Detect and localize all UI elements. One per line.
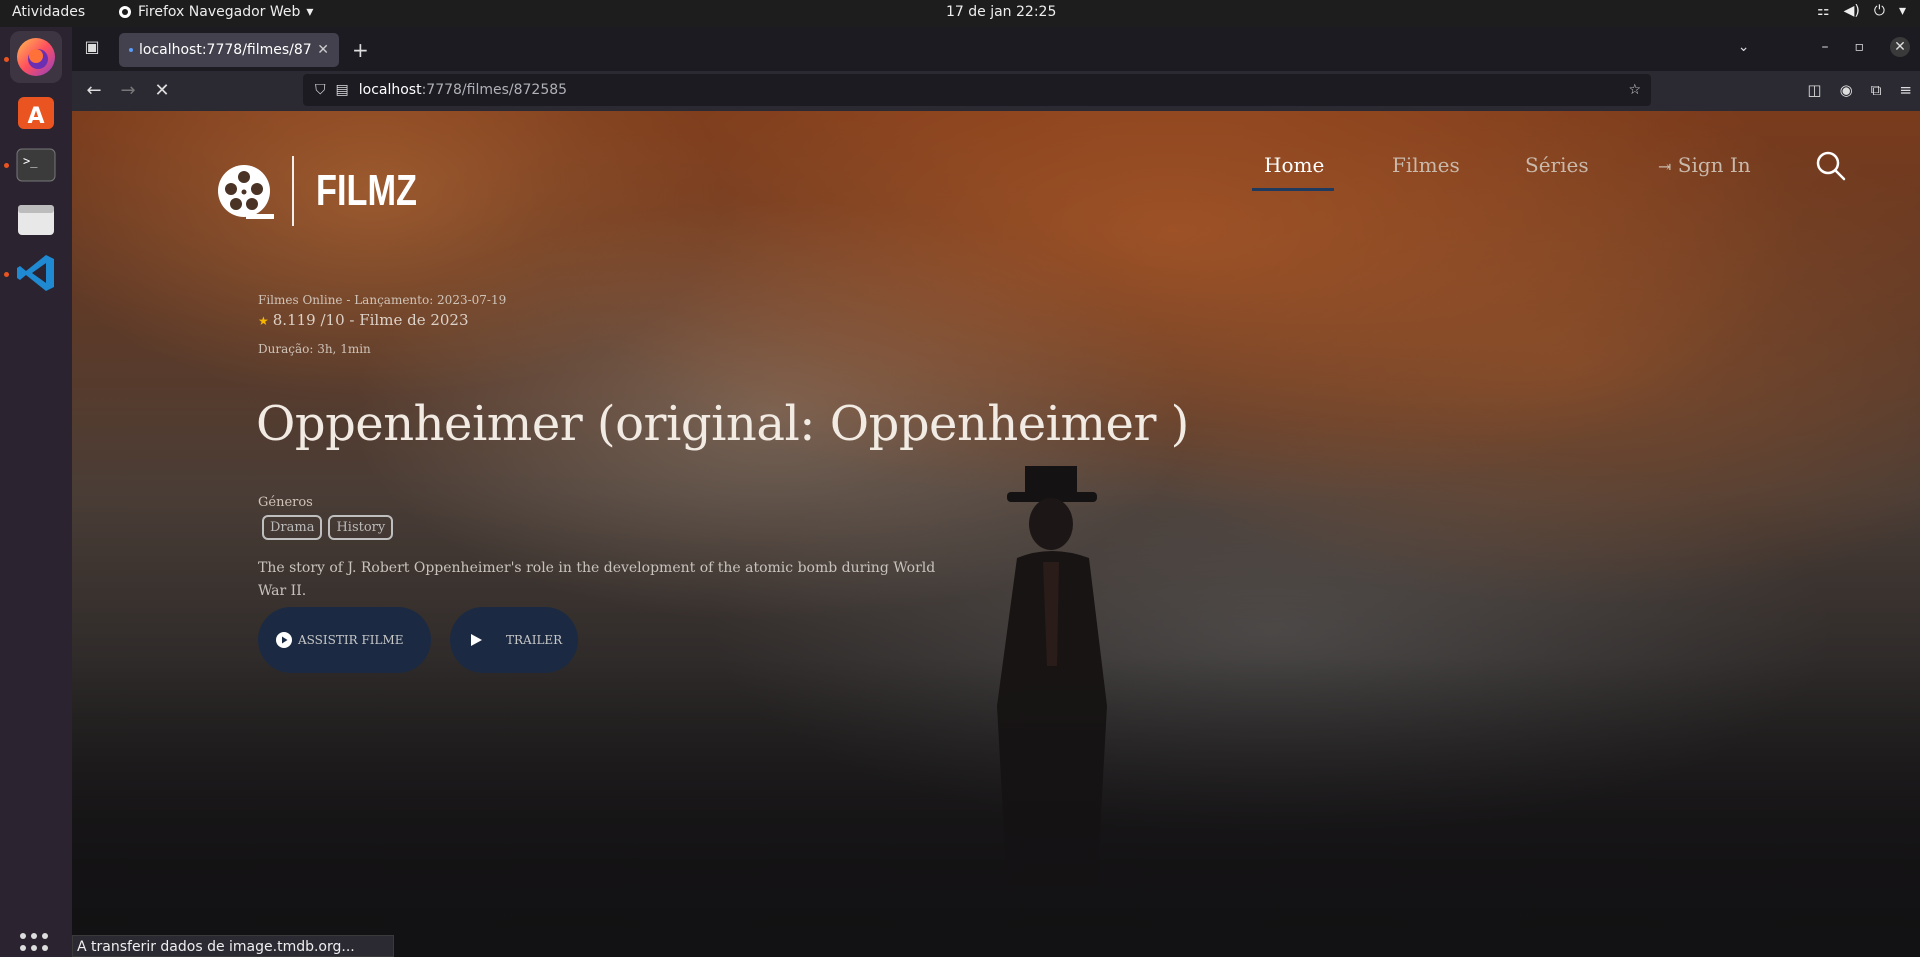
- app-menu-label: Firefox Navegador Web: [138, 4, 301, 20]
- running-indicator: [4, 272, 9, 277]
- close-tab-icon[interactable]: ✕: [317, 42, 329, 58]
- chevron-down-icon: ▾: [1898, 3, 1906, 19]
- tab-active[interactable]: localhost:7778/filmes/87 ✕: [119, 33, 339, 67]
- sign-in-icon: ⇥: [1658, 157, 1672, 176]
- account-icon[interactable]: ◉: [1840, 81, 1853, 99]
- movie-title: Oppenheimer (original: Oppenheimer ): [256, 396, 1189, 452]
- running-indicator: [4, 57, 9, 62]
- activities-button[interactable]: Atividades: [12, 4, 85, 20]
- system-top-bar: Atividades Firefox Navegador Web ▾ 17 de…: [0, 0, 1920, 27]
- play-icon: [471, 634, 482, 646]
- nav-signin[interactable]: ⇥ Sign In: [1658, 153, 1751, 177]
- watch-movie-label: ASSISTIR FILME: [298, 633, 404, 647]
- chevron-down-icon: ▾: [306, 4, 314, 20]
- app-center-icon: A: [18, 97, 54, 129]
- vscode-icon: [17, 255, 54, 291]
- firefox-icon: [17, 38, 55, 76]
- trailer-button[interactable]: TRAILER: [450, 607, 578, 673]
- logo-text: FILMZ: [316, 166, 418, 215]
- forward-icon[interactable]: →: [116, 79, 140, 103]
- genre-tag[interactable]: Drama: [262, 515, 323, 540]
- url-bar[interactable]: ⛉ ▤ localhost :7778/filmes/872585 ☆: [303, 74, 1651, 106]
- files-icon: [18, 205, 54, 235]
- minimize-icon[interactable]: –: [1822, 39, 1829, 55]
- clock[interactable]: 17 de jan 22:25: [946, 4, 1056, 20]
- search-icon[interactable]: [1815, 150, 1847, 182]
- dock: A >_: [0, 27, 72, 957]
- status-bar: A transferir dados de image.tmdb.org...: [72, 935, 394, 957]
- url-path: :7778/filmes/872585: [421, 82, 568, 98]
- dock-app-center[interactable]: A: [10, 85, 62, 137]
- tab-title: localhost:7778/filmes/87: [139, 42, 312, 58]
- nav-series[interactable]: Séries: [1525, 153, 1589, 177]
- pocket-icon[interactable]: ◫: [1807, 81, 1821, 99]
- close-window-icon[interactable]: ✕: [1890, 37, 1910, 57]
- url-host: localhost: [358, 82, 422, 98]
- extensions-icon[interactable]: ⧉: [1871, 81, 1882, 99]
- show-apps-button[interactable]: [20, 933, 52, 957]
- browser-window: ▣ localhost:7778/filmes/87 ✕ + ⌄ – ▫ ✕ ←…: [72, 27, 1920, 957]
- svg-text:>_: >_: [23, 154, 38, 168]
- shield-icon[interactable]: ⛉: [315, 82, 326, 98]
- dock-files[interactable]: [10, 193, 62, 245]
- network-icon: ⚏: [1817, 3, 1830, 19]
- running-indicator: [4, 163, 9, 168]
- tab-list-chevron-icon[interactable]: ⌄: [1738, 39, 1750, 55]
- dock-vscode[interactable]: [10, 247, 62, 299]
- new-tab-icon[interactable]: +: [352, 38, 369, 62]
- nav-bar: ← → ✕ ⛉ ▤ localhost :7778/filmes/872585 …: [72, 71, 1920, 111]
- rating: ★ 8.119 /10 - Filme de 2023: [258, 311, 469, 329]
- film-reel-icon: [218, 165, 274, 219]
- stop-loading-icon[interactable]: ✕: [150, 79, 174, 103]
- dock-firefox[interactable]: [10, 31, 62, 83]
- dock-terminal[interactable]: >_: [10, 139, 62, 191]
- nav-home[interactable]: Home: [1264, 153, 1324, 177]
- maximize-icon[interactable]: ▫: [1855, 39, 1865, 55]
- volume-icon: ◀): [1843, 3, 1860, 19]
- duration: Duração: 3h, 1min: [258, 342, 371, 356]
- watch-movie-button[interactable]: ASSISTIR FILME: [258, 607, 431, 673]
- movie-overview: The story of J. Robert Oppenheimer's rol…: [258, 560, 936, 599]
- toolbar-right: ◫ ◉ ⧉ ≡: [1807, 81, 1912, 99]
- system-tray[interactable]: ⚏ ◀) ⏻ ▾: [1817, 3, 1906, 19]
- page-icon[interactable]: ▤: [336, 82, 349, 98]
- genre-list: Drama History: [262, 515, 394, 540]
- hero-fade: [72, 657, 1920, 957]
- window-controls: ⌄ – ▫ ✕: [1738, 37, 1910, 57]
- firefox-small-icon: [119, 6, 131, 18]
- menu-icon[interactable]: ≡: [1899, 81, 1912, 99]
- active-nav-underline: [1252, 188, 1334, 191]
- trailer-label: TRAILER: [506, 633, 563, 647]
- nav-signin-label: Sign In: [1677, 153, 1751, 177]
- firefox-view-icon[interactable]: ▣: [80, 37, 104, 61]
- power-icon: ⏻: [1873, 3, 1885, 19]
- page-viewport: FILMZ Home Filmes Séries ⇥ Sign In Filme…: [72, 111, 1920, 957]
- rating-text: 8.119 /10 - Filme de 2023: [272, 311, 469, 329]
- loading-dot-icon: [129, 48, 133, 52]
- app-menu[interactable]: Firefox Navegador Web ▾: [118, 4, 313, 20]
- genres-label: Géneros: [258, 495, 313, 510]
- logo-divider: [292, 156, 294, 226]
- genre-tag[interactable]: History: [328, 515, 394, 540]
- terminal-icon: >_: [16, 148, 56, 182]
- svg-text:A: A: [27, 104, 44, 129]
- back-icon[interactable]: ←: [82, 79, 106, 103]
- release-info: Filmes Online - Lançamento: 2023-07-19: [258, 293, 507, 307]
- site-logo[interactable]: FILMZ: [216, 156, 446, 226]
- star-icon: ★: [258, 314, 269, 328]
- nav-movies[interactable]: Filmes: [1392, 153, 1460, 177]
- bookmark-star-icon[interactable]: ☆: [1628, 82, 1641, 98]
- tab-bar: ▣ localhost:7778/filmes/87 ✕ + ⌄ – ▫ ✕: [72, 27, 1920, 71]
- play-circle-icon: [276, 632, 292, 648]
